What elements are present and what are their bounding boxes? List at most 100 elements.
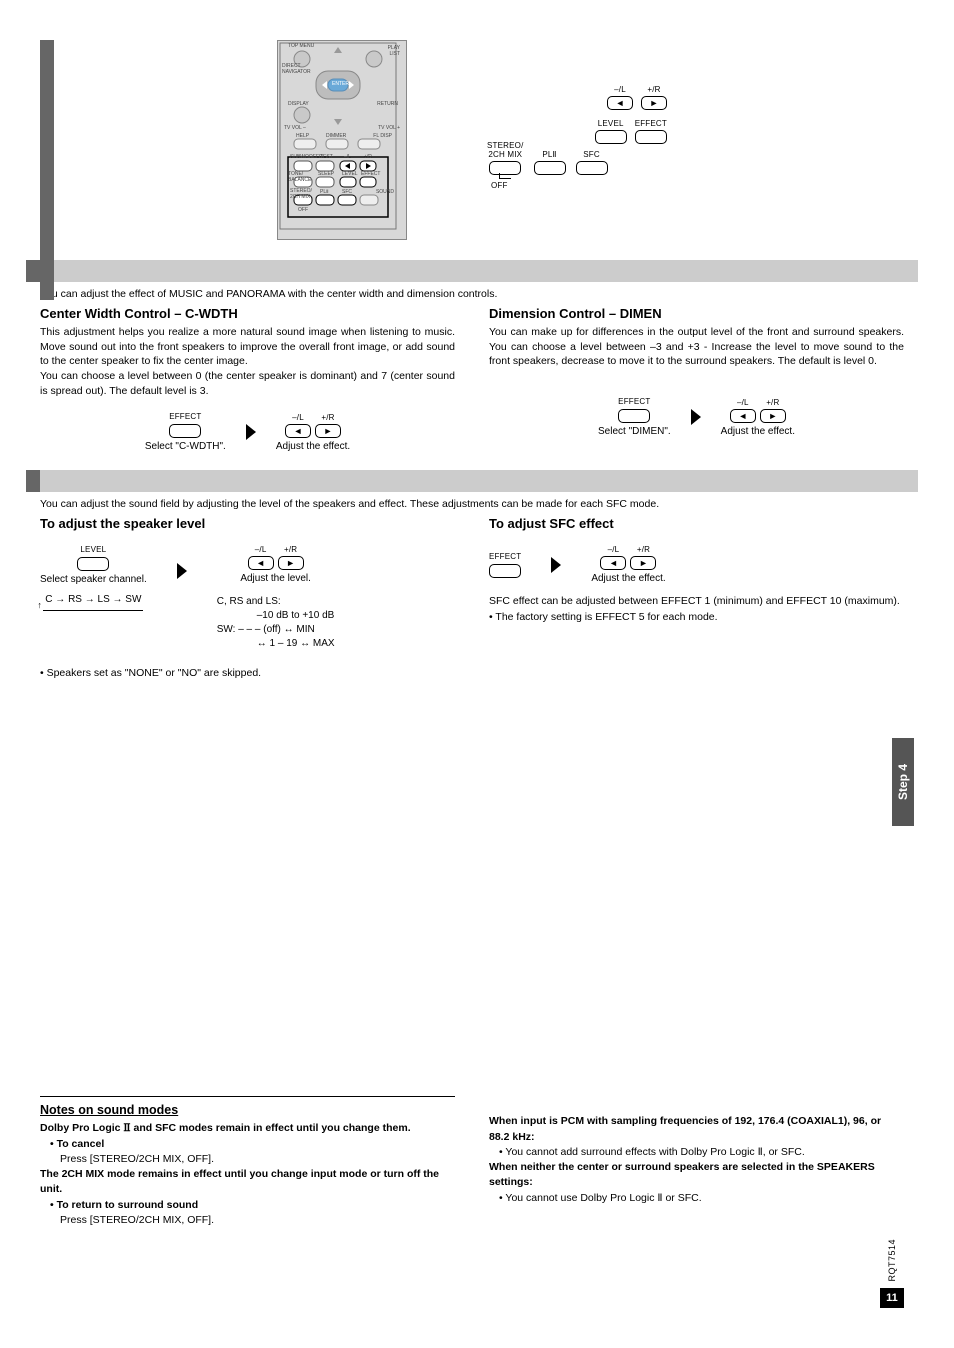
zoom-plus-r: +/R: [647, 85, 660, 94]
section-divider-bar-2: [26, 470, 918, 492]
notes-l1b: Ⅱ: [123, 1123, 130, 1134]
dimen-step2-cap: Adjust the effect.: [721, 426, 795, 437]
label-enter: ENTER: [332, 81, 349, 87]
spk-ranges-2: –10 dB to +10 dB: [217, 609, 335, 623]
arrow-right-icon-3: [177, 563, 187, 579]
sfc-p1: SFC effect can be adjusted between EFFEC…: [489, 594, 904, 609]
spk-ranges-4: ↔ 1 – 19 ↔ MAX: [217, 637, 335, 651]
notes-r2c: , or SFC.: [763, 1146, 805, 1158]
label-stereo-2ch: STEREO/ 2CH MIX: [290, 188, 312, 200]
notes-title: Notes on sound modes: [40, 1103, 455, 1117]
spk-title: To adjust the speaker level: [40, 516, 455, 531]
spk-step1-cap: Select speaker channel.: [40, 574, 147, 585]
step-tab-label: Step 4: [896, 764, 910, 800]
effect-button-icon-3: [489, 564, 521, 578]
sfc-step2-r: +/R: [637, 545, 650, 554]
center-width-column: Center Width Control – C-WDTH This adjus…: [40, 306, 455, 452]
label-sound: SOUND: [376, 189, 394, 195]
cycle-return-line: [43, 610, 143, 611]
label-minus-l: –/L: [344, 154, 351, 160]
label-level: LEVEL: [342, 171, 358, 177]
notes-r3: When neither the center or surround spea…: [489, 1160, 904, 1190]
sfc-effect-column: To adjust SFC effect EFFECT –/L◄ +/R► Ad…: [489, 516, 904, 679]
label-return: RETURN: [377, 101, 398, 107]
label-sleep: SLEEP: [318, 171, 334, 177]
arrow-right-icon: [246, 424, 256, 440]
sfc-step2-l: –/L: [608, 545, 620, 554]
notes-l3: Press [STEREO/2CH MIX, OFF].: [60, 1152, 455, 1167]
left-arrow-icon-3: ◄: [248, 556, 274, 570]
label-subwoofer: SUBWOOFER: [290, 154, 323, 160]
spk-cycle: C → RS → LS → SW: [45, 594, 141, 605]
cwdth-p1: This adjustment helps you realize a more…: [40, 325, 455, 369]
dimen-step1-top: EFFECT: [618, 397, 650, 406]
notes-l1c: and SFC modes remain in effect until you…: [131, 1122, 411, 1134]
left-arrow-icon: ◄: [285, 424, 311, 438]
cwdth-title: Center Width Control – C-WDTH: [40, 306, 455, 321]
notes-l1a: Dolby Pro Logic: [40, 1122, 123, 1134]
right-arrow-button: ►: [641, 96, 667, 110]
label-help: HELP: [296, 133, 309, 139]
left-arrow-icon-2: ◄: [730, 409, 756, 423]
zoom-level: LEVEL: [598, 119, 624, 128]
dimen-step2-l: –/L: [737, 398, 749, 407]
cwdth-step1-top: EFFECT: [169, 412, 201, 421]
notes-l6: Press [STEREO/2CH MIX, OFF].: [60, 1213, 455, 1228]
zoom-off: OFF: [491, 181, 508, 190]
label-tv-vol-plus: TV VOL +: [378, 125, 400, 131]
notes-r4c: or SFC.: [663, 1192, 702, 1204]
zoom-dpl2-button: [534, 161, 566, 175]
step-tab: Step 4: [892, 738, 914, 826]
label-tv-vol-minus: TV VOL –: [284, 125, 306, 131]
notes-l5: To return to surround sound: [57, 1199, 199, 1211]
spk-step2-cap: Adjust the level.: [240, 573, 311, 584]
notes-l4: The 2CH MIX mode remains in effect until…: [40, 1167, 455, 1197]
cwdth-step2-r: +/R: [321, 413, 334, 422]
label-off: OFF: [298, 207, 308, 213]
label-top-menu: TOP MENU: [288, 43, 314, 49]
label-play-list: PLAY LIST: [378, 45, 400, 57]
label-display: DISPLAY: [288, 101, 309, 107]
effect-button-icon: [169, 424, 201, 438]
notes-r1: When input is PCM with sampling frequenc…: [489, 1114, 904, 1144]
zoom-minus-l: –/L: [614, 85, 626, 94]
cwdth-step2-cap: Adjust the effect.: [276, 441, 350, 452]
label-sfc: SFC: [342, 189, 352, 195]
dimen-title: Dimension Control – DIMEN: [489, 306, 904, 321]
section-divider-bar-1: [26, 260, 918, 282]
zoom-dpl2: PLⅡ: [542, 150, 556, 159]
right-arrow-icon-4: ►: [630, 556, 656, 570]
zoom-sfc: SFC: [583, 150, 600, 159]
label-fl-disp: FL DISP: [373, 133, 392, 139]
label-test: TEST: [320, 154, 333, 160]
zoom-stereo-2ch: STEREO/ 2CH MIX: [487, 141, 524, 159]
spk-step1-top: LEVEL: [80, 545, 106, 554]
label-plus-r: +/R: [364, 154, 372, 160]
left-arrow-button: ◄: [607, 96, 633, 110]
off-bracket-line: [499, 173, 511, 179]
sfc-p2: The factory setting is EFFECT 5 for each…: [489, 611, 904, 623]
spk-ranges-1: C, RS and LS:: [217, 595, 335, 609]
zoom-effect-button: [635, 130, 667, 144]
label-dpl2: PLⅡ: [320, 189, 329, 195]
dimen-step1-cap: Select "DIMEN".: [598, 426, 671, 437]
effect-button-icon-2: [618, 409, 650, 423]
zoom-effect: EFFECT: [635, 119, 667, 128]
spk-step2-l: –/L: [255, 545, 267, 554]
remote-diagram-area: TOP MENU PLAY LIST DIRECT NAVIGATOR ENTE…: [40, 40, 904, 240]
left-arrow-icon-4: ◄: [600, 556, 626, 570]
s2-intro: You can adjust the sound field by adjust…: [40, 498, 904, 510]
cwdth-p2: You can choose a level between 0 (the ce…: [40, 369, 455, 398]
remote-zoom-cluster: –/L ◄ +/R ► LEVEL EFFECT STEREO/ 2CH MIX…: [487, 85, 667, 195]
zoom-sfc-button: [576, 161, 608, 175]
speaker-level-column: To adjust the speaker level LEVEL Select…: [40, 516, 455, 679]
notes-rule: [40, 1096, 455, 1097]
footer: RQT7514 11: [880, 1239, 904, 1308]
spk-ranges-3: SW: – – – (off) ↔ MIN: [217, 623, 335, 637]
notes-section: Notes on sound modes Dolby Pro Logic Ⅱ a…: [40, 1096, 904, 1228]
document-id: RQT7514: [887, 1239, 897, 1282]
right-arrow-icon-2: ►: [760, 409, 786, 423]
notes-l2: To cancel: [57, 1138, 105, 1150]
sfc-step1-top: EFFECT: [489, 552, 521, 561]
level-button-icon: [77, 557, 109, 571]
